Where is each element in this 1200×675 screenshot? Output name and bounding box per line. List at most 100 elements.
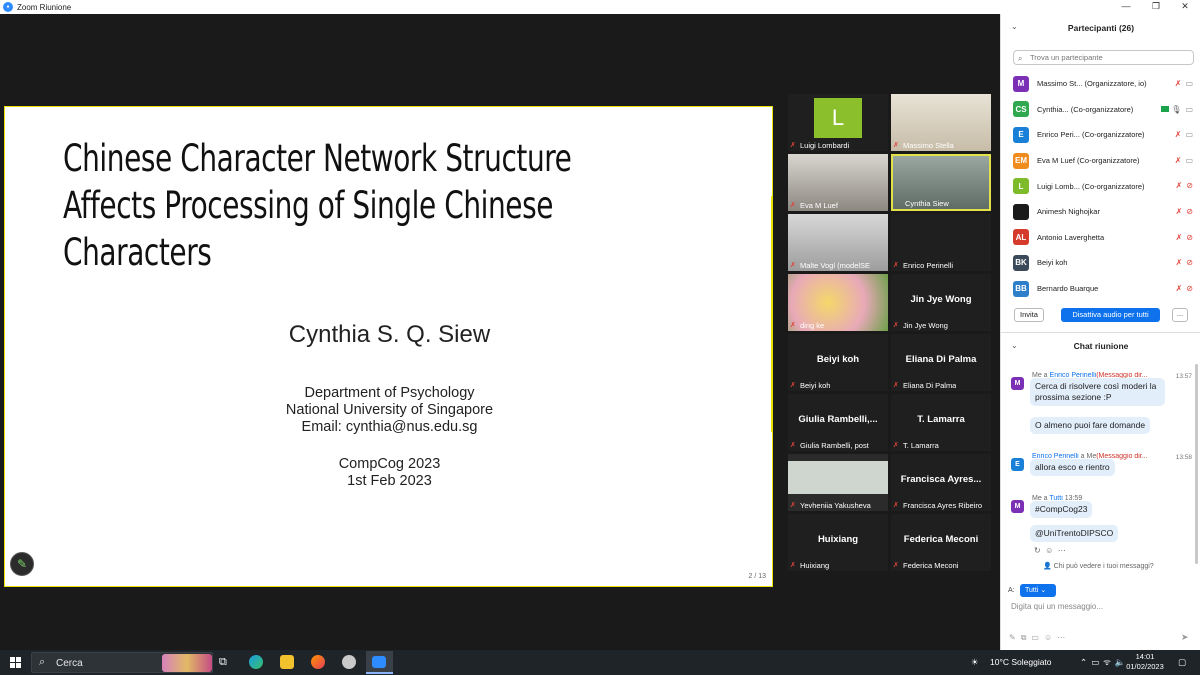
reply-icon[interactable]: ↻: [1034, 546, 1041, 555]
video-tile[interactable]: Francisca Ayres... ✗ Francisca Ayres Ribei…: [891, 454, 991, 511]
system-tray-icons[interactable]: ⌃▭ᯤ🔈: [1080, 650, 1130, 675]
tile-name-label: Massimo Stella: [903, 141, 954, 150]
tile-name-label: Giulia Rambelli, post: [800, 441, 869, 450]
video-tile[interactable]: ✗ Massimo Stella: [891, 94, 991, 151]
taskbar-clock[interactable]: 14:01 01/02/2023: [1125, 652, 1165, 672]
mute-all-button[interactable]: Disattiva audio per tutti: [1061, 308, 1160, 322]
video-tile[interactable]: T. Lamarra ✗ T. Lamarra: [891, 394, 991, 451]
video-on-icon[interactable]: ▭: [1185, 105, 1193, 114]
app-icon[interactable]: [342, 655, 356, 669]
more-icon[interactable]: ⋯: [1058, 546, 1066, 555]
participant-row[interactable]: M Massimo St... (Organizzatore, io) ✗ ▭: [1013, 71, 1193, 97]
slide-conference: CompCog 2023 1st Feb 2023: [5, 456, 774, 490]
who-can-see-link[interactable]: 👤 Chi può vedere i tuoi messaggi?: [1043, 562, 1154, 570]
video-tile[interactable]: ✗ ding ke: [788, 274, 888, 331]
restore-icon[interactable]: ❐: [1141, 0, 1171, 14]
format-icon[interactable]: ✎: [1009, 633, 1021, 642]
send-icon[interactable]: ➤: [1181, 632, 1189, 643]
minimize-icon[interactable]: —: [1111, 0, 1141, 14]
clock-date: 01/02/2023: [1126, 662, 1164, 671]
video-tile[interactable]: Eliana Di Palma ✗ Eliana Di Palma: [891, 334, 991, 391]
tile-name-label: Beiyi koh: [800, 381, 831, 390]
video-tile[interactable]: L ✗ Luigi Lombardi: [788, 94, 888, 151]
chat-scrollbar[interactable]: [1195, 364, 1198, 564]
mic-muted-icon[interactable]: ✗: [1175, 130, 1182, 139]
video-off-icon[interactable]: ⊘: [1186, 181, 1193, 190]
participant-row[interactable]: CS Cynthia... (Co-organizzatore) 🎙 ▭: [1013, 97, 1193, 123]
participant-row[interactable]: EM Eva M Luef (Co-organizzatore) ✗ ▭: [1013, 148, 1193, 174]
video-on-icon[interactable]: ▭: [1185, 79, 1193, 88]
participant-status-icons: ✗ ⊘: [1176, 284, 1193, 293]
zoom-app-icon: [372, 656, 386, 668]
chat-input[interactable]: Digita qui un messaggio...: [1011, 602, 1103, 611]
taskbar-search[interactable]: ⌕ Cerca: [31, 652, 213, 673]
mic-muted-icon[interactable]: ✗: [1176, 207, 1183, 216]
weather-text[interactable]: 10°C Soleggiato: [990, 650, 1052, 675]
participant-row[interactable]: AL Antonio Laverghetta ✗ ⊘: [1013, 225, 1193, 251]
tile-display-name: Beiyi koh: [816, 354, 860, 365]
file-icon[interactable]: ▭: [1031, 633, 1044, 642]
mic-muted-icon: ✗: [893, 382, 899, 389]
chat-bubble[interactable]: #CompCog23: [1030, 501, 1093, 518]
task-view-icon[interactable]: ⧉: [219, 655, 233, 669]
invite-button[interactable]: Invita: [1014, 308, 1044, 322]
windows-start-icon[interactable]: [10, 657, 21, 668]
file-explorer-icon[interactable]: [280, 655, 294, 669]
mic-muted-icon[interactable]: ✗: [1175, 79, 1182, 88]
video-tile[interactable]: Federica Meconi ✗ Federica Meconi: [891, 514, 991, 571]
more-icon[interactable]: ⋯: [1057, 633, 1070, 642]
edge-icon[interactable]: [249, 655, 263, 669]
video-off-icon[interactable]: ⊘: [1186, 258, 1193, 267]
close-icon[interactable]: ✕: [1170, 0, 1200, 14]
video-tile[interactable]: ✗ Malte Vogl (modelSE: [788, 214, 888, 271]
video-tile[interactable]: ✗ Enrico Perinelli: [891, 214, 991, 271]
video-tile[interactable]: ✗ Eva M Luef: [788, 154, 888, 211]
chat-bubble[interactable]: @UniTrentoDIPSCO: [1030, 525, 1119, 542]
more-options-button[interactable]: ...: [1172, 308, 1188, 322]
weather-icon[interactable]: ☀: [971, 650, 979, 675]
mic-muted-icon[interactable]: ✗: [1176, 233, 1183, 242]
chat-bubble[interactable]: O almeno puoi fare domande: [1030, 417, 1151, 434]
video-off-icon[interactable]: ⊘: [1186, 207, 1193, 216]
tile-display-name: Jin Jye Wong: [910, 294, 972, 305]
mic-muted-icon[interactable]: ✗: [1176, 181, 1183, 190]
participant-row[interactable]: L Luigi Lomb... (Co-organizzatore) ✗ ⊘: [1013, 173, 1193, 199]
video-tile[interactable]: Giulia Rambelli,... ✗ Giulia Rambelli, pos…: [788, 394, 888, 451]
notifications-icon[interactable]: ▢: [1178, 650, 1186, 675]
video-tile[interactable]: Jin Jye Wong ✗ Jin Jye Wong: [891, 274, 991, 331]
participant-name: Cynthia... (Co-organizzatore): [1037, 104, 1134, 114]
video-off-icon[interactable]: ⊘: [1186, 284, 1193, 293]
chat-bubble[interactable]: Cerca di risolvere così moderi la prossi…: [1030, 378, 1165, 406]
video-on-icon[interactable]: ▭: [1185, 130, 1193, 139]
slide-title: Chinese Character Network Structure Affe…: [63, 135, 601, 276]
recipient-dropdown[interactable]: Tutti ⌄: [1020, 584, 1056, 597]
mic-muted-icon: ✗: [893, 142, 899, 149]
participant-row[interactable]: BK Beiyi koh ✗ ⊘: [1013, 250, 1193, 276]
meeting-area: Chinese Character Network Structure Affe…: [0, 14, 1000, 650]
participant-row[interactable]: Animesh Nighojkar ✗ ⊘: [1013, 199, 1193, 225]
participant-row[interactable]: BB Bernardo Buarque ✗ ⊘: [1013, 276, 1193, 302]
video-tile[interactable]: Beiyi koh ✗ Beiyi koh: [788, 334, 888, 391]
emoji-icon[interactable]: ☺: [1044, 633, 1057, 642]
video-tile[interactable]: Cynthia Siew: [891, 154, 991, 211]
video-tile[interactable]: ✗ Yevheniia Yakusheva: [788, 454, 888, 511]
emoji-react-icon[interactable]: ☺: [1045, 546, 1053, 555]
mic-muted-icon[interactable]: ✗: [1175, 156, 1182, 165]
video-tile[interactable]: Huixiang ✗ Huixiang: [788, 514, 888, 571]
participant-status-icons: ✗ ▭: [1175, 79, 1193, 88]
video-off-icon[interactable]: ⊘: [1186, 233, 1193, 242]
mic-on-icon[interactable]: 🎙: [1171, 105, 1181, 114]
participant-name: Luigi Lomb... (Co-organizzatore): [1037, 181, 1145, 191]
mic-muted-icon[interactable]: ✗: [1176, 284, 1183, 293]
participant-row[interactable]: E Enrico Peri... (Co-organizzatore) ✗ ▭: [1013, 122, 1193, 148]
mic-muted-icon[interactable]: ✗: [1176, 258, 1183, 267]
firefox-icon[interactable]: [311, 655, 325, 669]
screenshot-icon[interactable]: ⧉: [1021, 633, 1032, 642]
participant-name: Massimo St... (Organizzatore, io): [1037, 79, 1147, 89]
participant-search-input[interactable]: ⌕ Trova un partecipante: [1013, 50, 1194, 65]
annotate-pencil-icon[interactable]: ✎: [10, 552, 34, 576]
participant-status-icons: ✗ ⊘: [1176, 181, 1193, 190]
chat-bubble[interactable]: allora esco e rientro: [1030, 459, 1115, 476]
video-on-icon[interactable]: ▭: [1185, 156, 1193, 165]
zoom-taskbar-button[interactable]: [366, 651, 393, 674]
